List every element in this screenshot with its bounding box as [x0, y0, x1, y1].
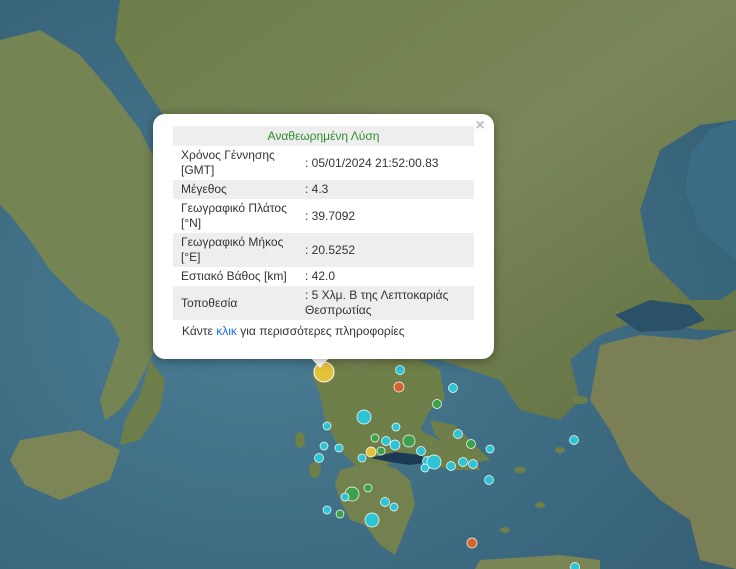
event-marker[interactable] [314, 453, 324, 463]
event-marker[interactable] [395, 365, 405, 375]
event-info-table: Αναθεωρημένη Λύση Χρόνος Γέννησης [GMT] … [173, 126, 474, 320]
event-marker[interactable] [380, 497, 390, 507]
latitude-value: : 39.7092 [305, 208, 356, 223]
table-row: Γεωγραφικό Πλάτος [°N] : 39.7092 [173, 199, 474, 233]
event-marker[interactable] [319, 441, 329, 451]
event-marker[interactable] [389, 439, 401, 451]
latitude-label: Γεωγραφικό Πλάτος [°N] [181, 201, 287, 230]
event-marker[interactable] [322, 421, 332, 431]
event-marker[interactable] [420, 463, 430, 473]
table-row: Τοποθεσία : 5 Χλμ. Β της Λεπτοκαριάς Θεσ… [173, 286, 474, 320]
event-marker[interactable] [448, 383, 458, 393]
island [555, 447, 565, 453]
event-info-popup: × Αναθεωρημένη Λύση Χρόνος Γέννησης [GMT… [153, 114, 494, 359]
more-info-prefix: Κάντε [182, 324, 213, 338]
event-marker[interactable] [357, 453, 367, 463]
event-marker[interactable] [376, 446, 386, 456]
island [572, 396, 588, 404]
table-row: Μέγεθος : 4.3 [173, 180, 474, 199]
magnitude-value: : 4.3 [299, 180, 474, 199]
island [309, 462, 321, 478]
island [295, 432, 305, 448]
event-marker[interactable] [370, 433, 380, 443]
origin-time-value: : 05/01/2024 21:52:00.83 [305, 155, 439, 170]
event-marker[interactable] [466, 537, 478, 549]
event-marker[interactable] [432, 399, 442, 409]
event-marker[interactable] [335, 509, 345, 519]
magnitude-label: Μέγεθος [173, 180, 299, 199]
origin-time-label: Χρόνος Γέννησης [GMT] [181, 148, 275, 177]
event-marker[interactable] [453, 429, 463, 439]
island [500, 527, 510, 533]
more-info-line: Κάντε κλικ για περισσότερες πληροφορίες [173, 324, 474, 338]
location-value: : 5 Χλμ. Β της Λεπτοκαριάς Θεσπρωτίας [299, 286, 474, 320]
event-marker[interactable] [484, 475, 494, 485]
depth-label: Εστιακό Βάθος [km] [181, 269, 287, 283]
event-marker[interactable] [391, 422, 401, 432]
event-marker[interactable] [365, 446, 377, 458]
location-label: Τοποθεσία [173, 286, 299, 320]
more-info-link[interactable]: κλικ [216, 324, 237, 338]
table-row: Χρόνος Γέννησης [GMT] : 05/01/2024 21:52… [173, 146, 474, 180]
event-marker[interactable] [393, 381, 405, 393]
island [514, 467, 526, 473]
depth-value: : 42.0 [305, 269, 336, 283]
event-marker[interactable] [570, 562, 580, 569]
longitude-value: : 20.5252 [299, 233, 474, 267]
event-marker[interactable] [356, 409, 372, 425]
event-marker[interactable] [446, 461, 456, 471]
event-marker[interactable] [458, 457, 468, 467]
event-marker[interactable] [468, 459, 478, 469]
island [535, 502, 545, 508]
popup-header: Αναθεωρημένη Λύση [173, 126, 474, 146]
table-row: Γεωγραφικό Μήκος [°E] : 20.5252 [173, 233, 474, 267]
table-row: Εστιακό Βάθος [km] : 42.0 [173, 267, 474, 286]
event-marker[interactable] [569, 435, 579, 445]
event-marker[interactable] [402, 434, 416, 448]
close-icon[interactable]: × [472, 118, 488, 134]
more-info-suffix: για περισσότερες πληροφορίες [240, 324, 405, 338]
event-marker[interactable] [485, 444, 495, 454]
event-marker[interactable] [363, 483, 373, 493]
event-marker[interactable] [381, 436, 391, 446]
event-marker[interactable] [322, 505, 332, 515]
event-marker[interactable] [416, 446, 426, 456]
event-marker[interactable] [466, 439, 476, 449]
event-marker[interactable] [389, 502, 399, 512]
event-marker[interactable] [340, 492, 350, 502]
table-row: Αναθεωρημένη Λύση [173, 126, 474, 146]
event-marker[interactable] [334, 443, 344, 453]
event-marker[interactable] [364, 512, 380, 528]
longitude-label: Γεωγραφικό Μήκος [°E] [173, 233, 299, 267]
